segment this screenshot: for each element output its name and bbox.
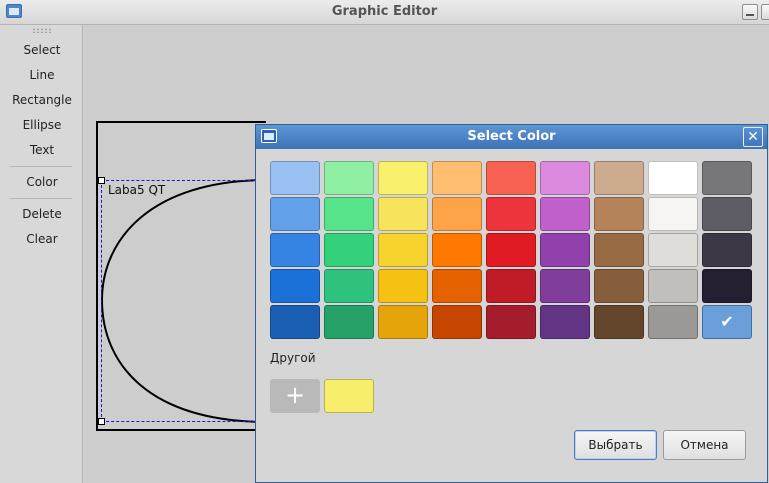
color-swatch[interactable]	[540, 233, 590, 267]
color-swatch[interactable]	[540, 197, 590, 231]
color-swatch[interactable]	[486, 305, 536, 339]
color-swatch[interactable]	[540, 161, 590, 195]
color-swatch[interactable]	[540, 269, 590, 303]
color-swatch[interactable]	[594, 197, 644, 231]
color-swatch[interactable]	[378, 269, 428, 303]
color-swatch[interactable]	[324, 233, 374, 267]
color-swatch[interactable]	[270, 161, 320, 195]
checkmark-icon: ✔	[720, 312, 734, 331]
color-swatch[interactable]	[270, 197, 320, 231]
color-swatch[interactable]	[270, 305, 320, 339]
select-button[interactable]: Выбрать	[574, 430, 657, 460]
color-swatch[interactable]	[540, 305, 590, 339]
color-swatch[interactable]	[648, 233, 698, 267]
resize-handle-top-left[interactable]	[98, 177, 105, 184]
color-swatch[interactable]	[594, 233, 644, 267]
custom-color-swatch[interactable]	[324, 379, 374, 413]
color-swatch[interactable]	[702, 161, 752, 195]
custom-colors-label: Другой	[270, 351, 316, 365]
color-swatch[interactable]	[486, 161, 536, 195]
shape-text-label: Laba5 QT	[108, 183, 166, 197]
dialog-title-bar[interactable]: Select Color ✕	[256, 125, 767, 149]
color-swatch[interactable]	[648, 161, 698, 195]
color-swatch[interactable]	[702, 233, 752, 267]
color-swatch[interactable]	[486, 197, 536, 231]
cancel-button[interactable]: Отмена	[663, 430, 746, 460]
color-swatch[interactable]	[432, 305, 482, 339]
color-swatch[interactable]	[594, 269, 644, 303]
color-swatch[interactable]	[432, 197, 482, 231]
color-swatch[interactable]	[432, 269, 482, 303]
color-swatch[interactable]	[432, 233, 482, 267]
color-swatch[interactable]	[270, 233, 320, 267]
color-swatch[interactable]	[486, 269, 536, 303]
color-swatch[interactable]	[432, 161, 482, 195]
color-swatch[interactable]	[648, 197, 698, 231]
color-swatch[interactable]	[324, 305, 374, 339]
color-swatch[interactable]	[702, 197, 752, 231]
color-swatch[interactable]	[594, 305, 644, 339]
color-swatch[interactable]	[702, 269, 752, 303]
color-swatch[interactable]	[324, 197, 374, 231]
resize-handle-bottom-left[interactable]	[98, 418, 105, 425]
color-swatch[interactable]	[648, 269, 698, 303]
color-swatch[interactable]	[378, 197, 428, 231]
color-swatch[interactable]	[324, 161, 374, 195]
close-icon: ✕	[747, 129, 759, 145]
plus-icon: +	[284, 381, 306, 409]
dialog-title: Select Color	[467, 129, 556, 144]
color-swatch[interactable]	[378, 305, 428, 339]
color-swatch[interactable]	[594, 161, 644, 195]
color-swatch[interactable]	[378, 233, 428, 267]
color-swatch[interactable]: ✔	[702, 305, 752, 339]
close-button[interactable]: ✕	[743, 127, 763, 147]
color-swatch[interactable]	[270, 269, 320, 303]
color-swatch[interactable]	[324, 269, 374, 303]
color-swatch[interactable]	[378, 161, 428, 195]
add-custom-color-button[interactable]: +	[270, 379, 320, 413]
selection-box	[101, 180, 271, 422]
color-swatch[interactable]	[486, 233, 536, 267]
color-swatch[interactable]	[648, 305, 698, 339]
